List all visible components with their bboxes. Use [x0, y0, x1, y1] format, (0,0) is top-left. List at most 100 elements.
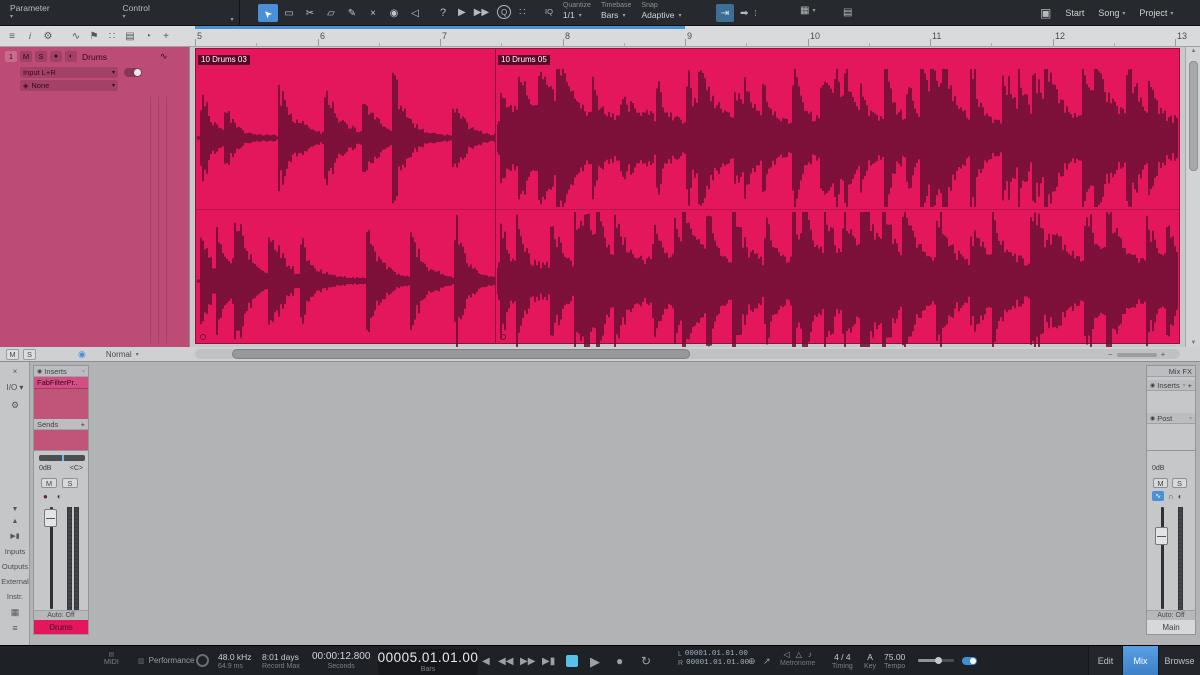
fader-handle[interactable] — [1155, 527, 1168, 545]
click-note-icon[interactable]: ♪ — [808, 650, 812, 659]
tempo-display[interactable]: 75.00 Tempo — [884, 652, 905, 670]
dots-icon[interactable]: ∷ — [104, 28, 120, 44]
global-solo-button[interactable]: S — [23, 349, 36, 360]
autoscroll-icon[interactable]: ➡ — [740, 8, 748, 19]
fader-handle[interactable] — [44, 509, 57, 527]
samplerate-display[interactable]: 48.0 kHz 64.9 ms — [218, 652, 252, 670]
post-header[interactable]: ◉ Post ▾ — [1147, 413, 1195, 424]
rail-inputs-button[interactable]: Inputs — [0, 547, 30, 556]
track-header-panel[interactable]: 1 M S ● ◐ Drums ∿ Input L+R ▾ ◈ None ▾ — [0, 47, 190, 347]
slider-thumb[interactable] — [935, 657, 942, 664]
input-monitor-toggle[interactable] — [124, 68, 142, 77]
loop-button[interactable]: ↻ — [641, 654, 651, 668]
input-quantize-button[interactable]: IQ — [545, 2, 553, 20]
clock-icon[interactable]: ◔ — [140, 28, 156, 44]
metronome-icon[interactable]: △ — [796, 650, 802, 659]
mix-view-button[interactable]: Mix — [1122, 646, 1158, 675]
performance-gauge-icon[interactable] — [196, 654, 209, 667]
close-icon[interactable]: × — [0, 367, 30, 376]
edit-view-button[interactable]: Edit — [1088, 646, 1122, 675]
track-input-dropdown[interactable]: Input L+R ▾ — [20, 67, 118, 78]
project-page-button[interactable]: Project ▾ — [1139, 8, 1173, 18]
steps-icon[interactable]: ▤ — [122, 28, 138, 44]
wrench-icon[interactable]: ⚙ — [0, 400, 30, 411]
next-bar-button[interactable]: ▶▮ — [542, 656, 555, 667]
play-pause-icon[interactable]: ▶▮ — [0, 532, 30, 540]
browse-view-button[interactable]: Browse — [1158, 646, 1200, 675]
headphones-icon[interactable]: ∩ — [1168, 492, 1174, 501]
zoom-in-icon[interactable]: + — [1161, 350, 1166, 359]
collapse-down-icon[interactable]: ▼ — [0, 506, 30, 513]
autopunch-icon[interactable]: ⊕ — [748, 656, 756, 667]
inserts-empty-zone[interactable] — [1147, 391, 1195, 413]
inserts-header[interactable]: ◉ Inserts ▾ — [34, 366, 88, 377]
param-expand-button[interactable]: ▾ — [225, 0, 239, 26]
gain-value[interactable]: 0dB — [1152, 465, 1164, 472]
power-icon[interactable]: ◉ — [78, 349, 86, 360]
vertical-scroll-thumb[interactable] — [1189, 61, 1198, 171]
preroll-icon[interactable]: ↗ — [763, 656, 771, 667]
plus-icon[interactable]: + — [1188, 381, 1192, 390]
track-output-dropdown[interactable]: ◈ None ▾ — [20, 80, 118, 91]
range-tool-button[interactable]: ▭ — [279, 4, 299, 22]
macro-grid-icon[interactable]: ∷ — [519, 7, 525, 18]
record-arm-icon[interactable]: ● — [43, 492, 48, 501]
pan-value[interactable]: <C> — [70, 465, 83, 472]
help-button[interactable]: ? — [436, 6, 450, 20]
plus-icon[interactable]: + — [81, 420, 85, 429]
clip-gain-handle[interactable] — [200, 334, 206, 340]
parameter-dropdown[interactable]: Parameter ▾ — [0, 0, 113, 26]
midi-indicator[interactable]: ▤ MIDI — [104, 651, 119, 666]
channel-mute-button[interactable]: M — [1153, 478, 1168, 488]
wrench-icon[interactable]: ⚙ — [40, 28, 56, 44]
mixfx-header[interactable]: Mix FX — [1147, 366, 1195, 377]
monitor-half-icon[interactable]: ◐ — [57, 492, 62, 501]
clip-gain-handle[interactable] — [500, 334, 506, 340]
control-dropdown[interactable]: Control ▾ — [113, 0, 226, 26]
timesig-display[interactable]: 4 / 4 Timing — [832, 652, 853, 670]
loop-region-bar[interactable] — [195, 26, 685, 29]
horizontal-scroll-thumb[interactable] — [232, 349, 690, 359]
rail-outputs-button[interactable]: Outputs — [0, 562, 30, 571]
inserts-header[interactable]: ◉ Inserts ▾ + — [1147, 380, 1195, 391]
vertical-scrollbar[interactable]: ▲ ▼ — [1185, 47, 1200, 347]
grid-dropdown[interactable]: ▦ ▾ — [800, 5, 815, 16]
scroll-up-arrow-icon[interactable]: ▲ — [1186, 48, 1200, 54]
horizontal-scrollbar[interactable] — [195, 349, 1180, 359]
gain-value[interactable]: 0dB — [39, 465, 51, 472]
track-list-icon[interactable]: ≡ — [4, 28, 20, 44]
select-tool-button[interactable]: ➤ — [258, 4, 278, 22]
inspector-icon[interactable]: i — [22, 28, 38, 44]
play-selection-icon[interactable]: ▶▶ — [474, 7, 489, 18]
rail-external-button[interactable]: External — [0, 577, 30, 586]
rail-instr-button[interactable]: Instr. — [0, 592, 30, 601]
ruler-scale[interactable]: 5 6 7 8 9 10 11 12 13 — [190, 26, 1200, 46]
record-button[interactable]: ● — [616, 654, 623, 668]
track-monitor-button[interactable]: ◐ — [65, 51, 77, 62]
key-display[interactable]: A Key — [864, 652, 876, 670]
listen-tool-button[interactable]: ◉ — [384, 4, 404, 22]
paint-tool-button[interactable]: ✎ — [342, 4, 362, 22]
audio-clip-drums-05[interactable]: 10 Drums 05 — [495, 48, 1180, 350]
insert-slot-fabfilter[interactable]: FabFilterPr.. — [34, 377, 88, 389]
keyboard-icon[interactable]: ▦ — [0, 607, 30, 618]
split-tool-button[interactable]: ✂ — [300, 4, 320, 22]
automation-mode-button[interactable]: Auto: Off — [1147, 610, 1195, 620]
eraser-tool-button[interactable]: ▱ — [321, 4, 341, 22]
prev-bar-button[interactable]: ◀ — [482, 656, 490, 667]
cursor-follow-icon[interactable]: ⁞ — [754, 9, 756, 18]
add-track-icon[interactable]: + — [158, 28, 174, 44]
io-toggle[interactable]: I/O ▾ — [0, 383, 30, 392]
zoom-q-icon[interactable]: Q — [497, 5, 512, 19]
track-record-arm-button[interactable]: ● — [50, 51, 62, 62]
play-from-icon[interactable]: ▶ — [458, 7, 466, 18]
layers-icon[interactable]: ▤ — [843, 7, 852, 18]
banks-list-icon[interactable]: ≡ — [0, 623, 30, 633]
channel-mute-button[interactable]: M — [41, 478, 57, 488]
snap-dropdown[interactable]: Snap Adaptive ▾ — [641, 2, 681, 20]
sends-empty-zone[interactable] — [34, 430, 88, 451]
click-enable-toggle[interactable] — [962, 657, 977, 665]
play-button[interactable]: ▶ — [590, 654, 600, 670]
channel-solo-button[interactable]: S — [1172, 478, 1187, 488]
collapse-up-icon[interactable]: ▲ — [0, 518, 30, 525]
